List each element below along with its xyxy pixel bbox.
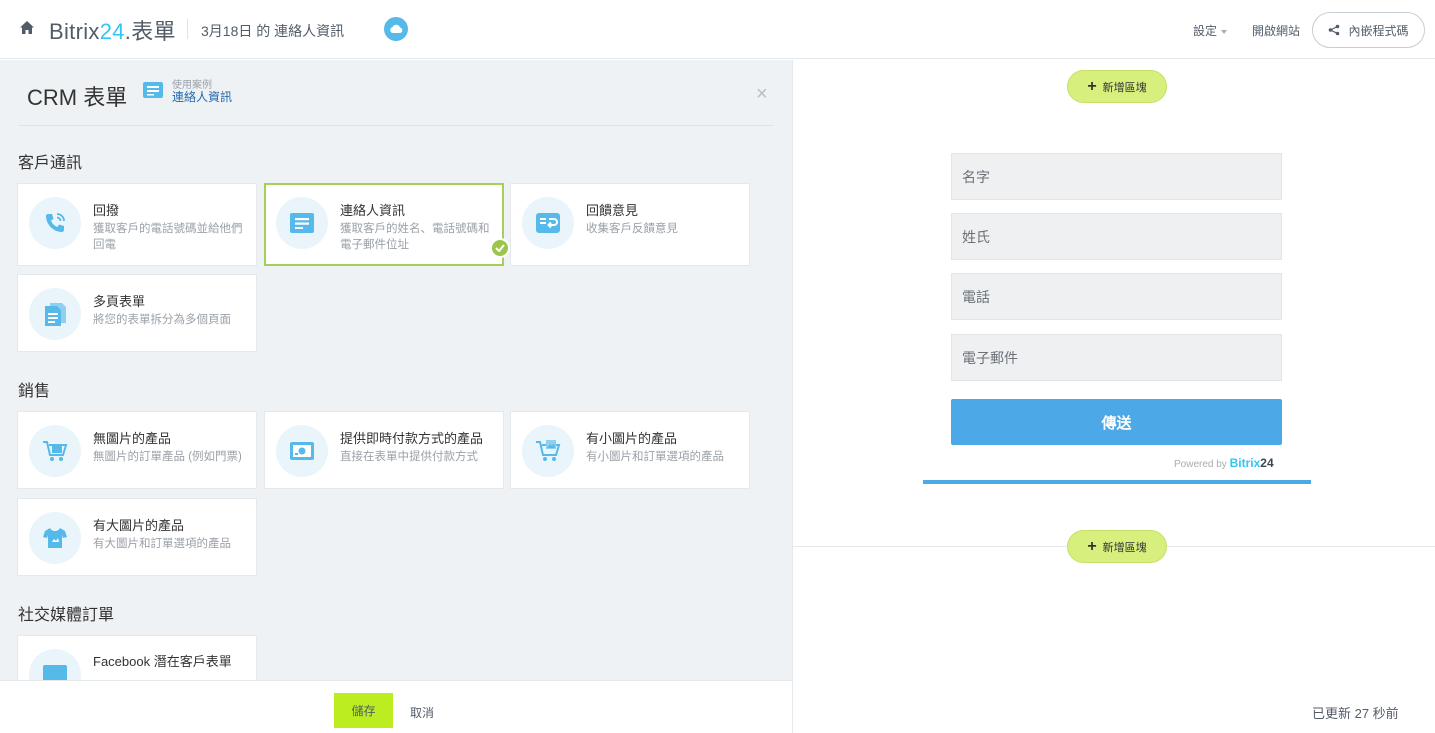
action-bar: 儲存 取消 <box>0 680 792 733</box>
template-card-contact-info[interactable]: 連絡人資訊 獲取客戶的姓名、電話號碼和電子郵件位址 <box>264 183 504 266</box>
embed-code-label: 內嵌程式碼 <box>1348 23 1409 38</box>
card-title: 連絡人資訊 <box>340 203 406 218</box>
plus-icon: + <box>1087 77 1097 95</box>
plus-icon: + <box>1087 537 1097 555</box>
card-description: 獲取客戶的姓名、電話號碼和電子郵件位址 <box>340 223 490 251</box>
multipage-icon <box>29 288 81 340</box>
form-template-icon <box>143 82 163 98</box>
facebook-form-icon <box>29 649 81 680</box>
checkmark-icon <box>490 238 510 258</box>
add-block-label: 新增區塊 <box>1102 81 1147 94</box>
cart-image-icon <box>522 425 574 477</box>
powered-by[interactable]: Powered by Bitrix24 <box>1174 456 1274 470</box>
card-description: 將您的表單拆分為多個頁面 <box>93 314 231 326</box>
brand-name: Bitrix <box>49 19 100 44</box>
section-title: 客戶通訊 <box>18 155 83 172</box>
form-bottom-accent <box>923 480 1311 484</box>
card-title: Facebook 潛在客戶表單 <box>93 654 232 669</box>
last-name-field[interactable]: 姓氏 <box>951 213 1282 260</box>
template-card-callback[interactable]: 回撥 獲取客戶的電話號碼並給他們回電 <box>17 183 257 266</box>
share-icon <box>1329 24 1340 36</box>
template-card-product-large-image[interactable]: 有大圖片的產品 有大圖片和訂單選項的產品 <box>17 498 257 576</box>
card-title: 回撥 <box>93 203 120 218</box>
embed-code-button[interactable]: 內嵌程式碼 <box>1312 12 1425 48</box>
add-block-button[interactable]: + 新增區塊 <box>1067 530 1167 563</box>
form-preview: + 新增區塊 名字 姓氏 電話 電子郵件 傳送 Powered by Bitri… <box>792 60 1435 733</box>
page-breadcrumb: 3月18日 的 連絡人資訊 <box>201 23 345 39</box>
add-block-label: 新增區塊 <box>1102 541 1147 554</box>
brand-number: 24 <box>99 19 125 44</box>
template-card-product-instant-payment[interactable]: 提供即時付款方式的產品 直接在表單中提供付款方式 <box>264 411 504 489</box>
close-icon[interactable]: × <box>756 84 768 104</box>
card-description: 有大圖片和訂單選項的產品 <box>93 538 231 550</box>
panel-header: CRM 表單 使用案例 連絡人資訊 × <box>18 60 774 126</box>
card-description: 直接在表單中提供付款方式 <box>340 451 478 463</box>
top-bar: Bitrix24.表單 3月18日 的 連絡人資訊 設定 開啟網站 內嵌程式碼 <box>0 0 1435 59</box>
settings-menu[interactable]: 設定 <box>1193 22 1228 39</box>
card-title: 有大圖片的產品 <box>93 518 185 533</box>
header-divider <box>187 19 188 39</box>
email-field[interactable]: 電子郵件 <box>951 334 1282 381</box>
phone-field[interactable]: 電話 <box>951 273 1282 320</box>
feedback-icon <box>522 197 574 249</box>
chevron-down-icon <box>1221 29 1228 34</box>
open-site-link[interactable]: 開啟網站 <box>1252 22 1300 39</box>
template-card-facebook-lead[interactable]: Facebook 潛在客戶表單 <box>17 635 257 680</box>
first-name-field[interactable]: 名字 <box>951 153 1282 200</box>
payment-icon <box>276 425 328 477</box>
template-card-multipage[interactable]: 多頁表單 將您的表單拆分為多個頁面 <box>17 274 257 352</box>
panel-title: CRM 表單 <box>27 85 128 110</box>
powered-brand-number: 24 <box>1260 456 1274 470</box>
use-case-value[interactable]: 連絡人資訊 <box>172 88 232 105</box>
powered-brand: Bitrix24 <box>1230 456 1274 470</box>
section-title: 社交媒體訂單 <box>18 607 115 624</box>
card-description: 無圖片的訂單產品 (例如門票) <box>93 451 242 463</box>
card-title: 回饋意見 <box>586 203 639 218</box>
card-description: 收集客戶反饋意見 <box>586 223 678 235</box>
tshirt-icon <box>29 512 81 564</box>
template-panel: CRM 表單 使用案例 連絡人資訊 × 客戶通訊 回撥 獲取客戶的電話號碼並給他… <box>0 60 792 680</box>
template-card-feedback[interactable]: 回饋意見 收集客戶反饋意見 <box>510 183 750 266</box>
powered-brand-name: Bitrix <box>1229 456 1261 470</box>
add-block-button[interactable]: + 新增區塊 <box>1067 70 1167 103</box>
last-updated-status: 已更新 27 秒前 <box>1312 706 1399 721</box>
phone-call-icon <box>29 197 81 249</box>
powered-by-label: Powered by <box>1174 459 1227 470</box>
submit-button[interactable]: 傳送 <box>951 399 1282 445</box>
home-icon[interactable] <box>18 19 36 37</box>
template-card-product-small-image[interactable]: 有小圖片的產品 有小圖片和訂單選項的產品 <box>510 411 750 489</box>
app-brand: Bitrix24.表單 <box>49 14 176 46</box>
card-title: 無圖片的產品 <box>93 431 172 446</box>
brand-suffix: .表單 <box>124 19 176 44</box>
card-description: 獲取客戶的電話號碼並給他們回電 <box>93 223 243 251</box>
save-button[interactable]: 儲存 <box>334 693 393 728</box>
cloud-save-icon[interactable] <box>384 17 408 41</box>
card-title: 有小圖片的產品 <box>586 431 678 446</box>
cart-icon <box>29 425 81 477</box>
settings-label: 設定 <box>1193 24 1218 38</box>
cancel-button[interactable]: 取消 <box>410 704 434 721</box>
template-card-product-no-image[interactable]: 無圖片的產品 無圖片的訂單產品 (例如門票) <box>17 411 257 489</box>
card-title: 提供即時付款方式的產品 <box>340 431 484 446</box>
section-title: 銷售 <box>18 383 51 400</box>
card-description: 有小圖片和訂單選項的產品 <box>586 451 724 463</box>
contact-form-icon <box>276 197 328 249</box>
card-title: 多頁表單 <box>93 294 146 309</box>
